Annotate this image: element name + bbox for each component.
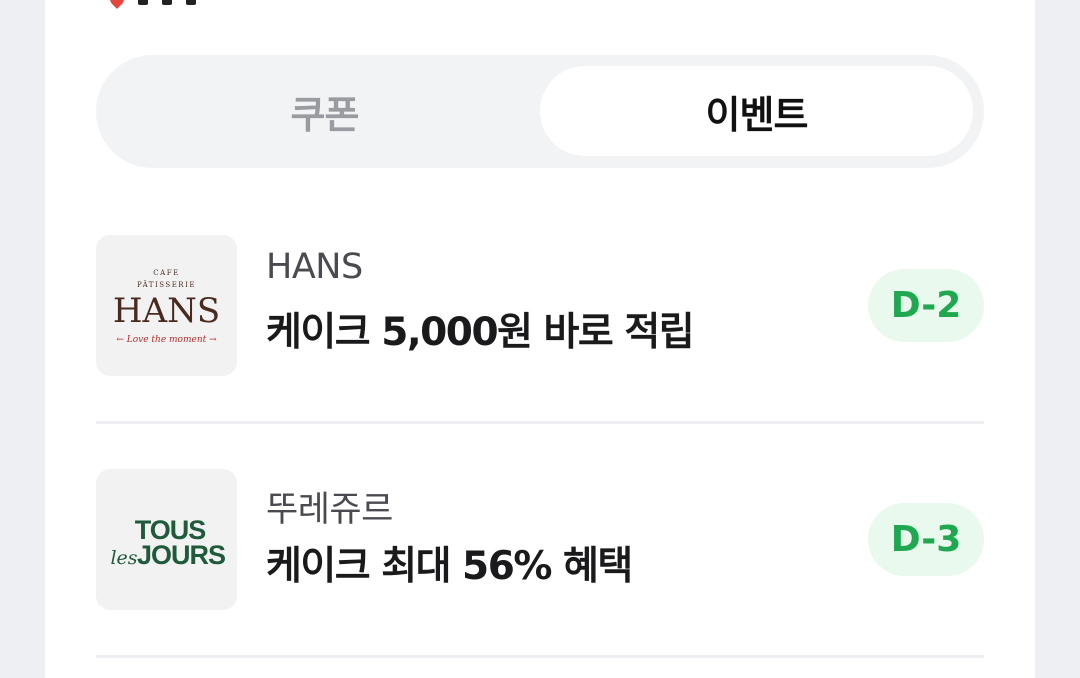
section-header-partial: [107, 0, 196, 9]
list-divider: [96, 655, 984, 658]
tousjours-logo-image: TOUS les JOURS: [110, 515, 226, 570]
header-text-fragment: [138, 0, 148, 5]
header-text-fragment: [186, 0, 196, 5]
list-divider: [96, 421, 984, 424]
svg-text:← Love the moment →: ← Love the moment →: [116, 335, 217, 345]
hans-logo: CAFE PÂTISSERIE HANS ← Love the moment →: [96, 235, 237, 376]
svg-text:les: les: [110, 547, 137, 569]
event-item-hans[interactable]: CAFE PÂTISSERIE HANS ← Love the moment →…: [96, 235, 984, 377]
tousjours-logo: TOUS les JOURS: [96, 469, 237, 610]
event-brand: HANS: [266, 247, 363, 287]
event-item-tousjours[interactable]: TOUS les JOURS 뚜레쥬르 케이크 최대 56% 혜택 D-3: [96, 469, 984, 611]
d-day-badge: D-2: [868, 269, 984, 342]
d-day-badge: D-3: [868, 503, 984, 576]
event-brand: 뚜레쥬르: [266, 490, 393, 530]
svg-text:PÂTISSERIE: PÂTISSERIE: [137, 280, 196, 289]
event-title: 케이크 최대 56% 혜택: [266, 544, 633, 589]
tab-coupon[interactable]: 쿠폰: [108, 66, 541, 156]
content-card: 쿠폰 이벤트 CAFE PÂTISSERIE HANS ← Love the m…: [45, 0, 1035, 678]
event-title: 케이크 5,000원 바로 적립: [266, 310, 695, 355]
coupon-event-tabs: 쿠폰 이벤트: [96, 55, 984, 168]
svg-text:HANS: HANS: [113, 291, 220, 331]
svg-text:JOURS: JOURS: [137, 540, 225, 570]
tab-event[interactable]: 이벤트: [540, 66, 973, 156]
hans-logo-image: CAFE PÂTISSERIE HANS ← Love the moment →: [113, 269, 220, 345]
svg-text:CAFE: CAFE: [153, 269, 179, 277]
location-pin-icon: [107, 0, 127, 9]
header-text-fragment: [162, 0, 172, 5]
